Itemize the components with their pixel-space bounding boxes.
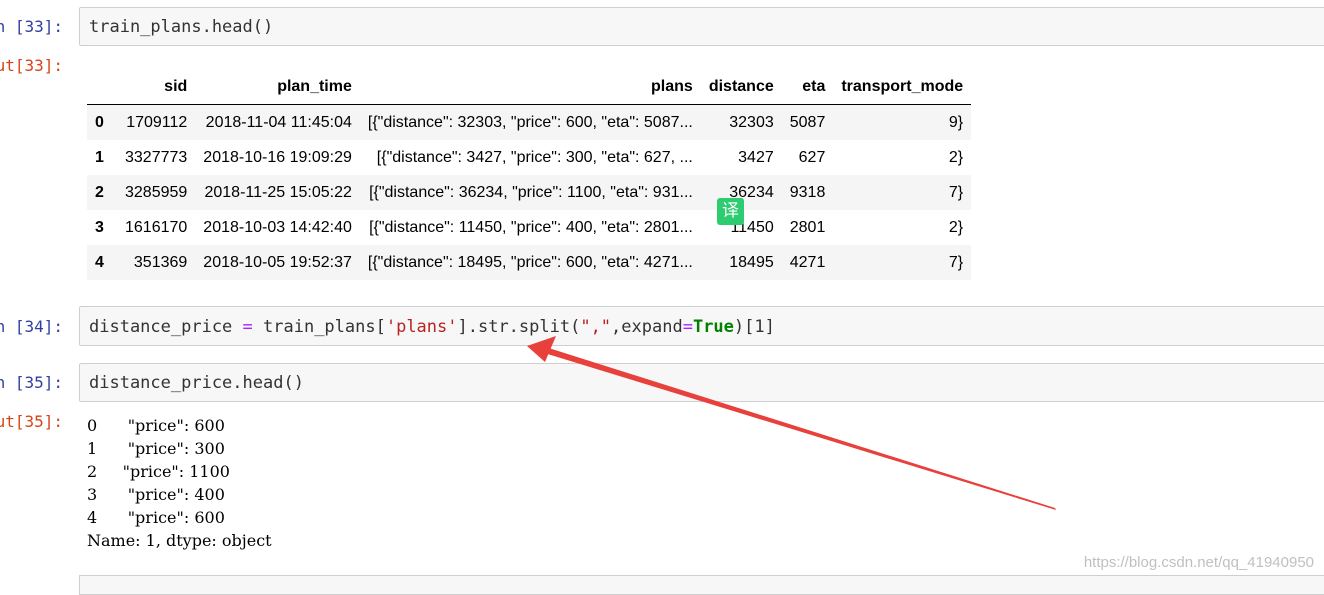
series-output: 0 "price": 600 1 "price": 300 2 "price":… — [87, 416, 272, 550]
cell-distance: 32303 — [700, 104, 782, 140]
code-operator: = — [682, 317, 693, 337]
cell-eta: 2801 — [781, 210, 834, 245]
code-token: )[1] — [733, 317, 775, 337]
column-header-plan-time: plan_time — [195, 70, 360, 105]
row-index: 1 — [87, 140, 117, 175]
code-line-34: distance_price = train_plans['plans'].st… — [89, 317, 775, 337]
cell-plans: [{"distance": 36234, "price": 1100, "eta… — [359, 175, 701, 210]
column-header-transport-mode: transport_mode — [833, 70, 972, 105]
cell-plan-time: 2018-10-05 19:52:37 — [195, 245, 360, 280]
cell-eta: 627 — [781, 140, 834, 175]
table-row: 4 351369 2018-10-05 19:52:37 [{"distance… — [87, 245, 972, 280]
in-prompt-34: In [34]: — [0, 317, 64, 336]
code-cell-35[interactable]: distance_price.head() — [79, 363, 1324, 402]
row-index: 0 — [87, 104, 117, 140]
cell-eta: 4271 — [781, 245, 834, 280]
cell-plan-time: 2018-10-03 14:42:40 — [195, 210, 360, 245]
column-header-plans: plans — [359, 70, 701, 105]
cell-eta: 9318 — [781, 175, 834, 210]
code-string: "," — [580, 317, 612, 337]
cell-transport-mode: 7} — [833, 245, 972, 280]
table-row: 2 3285959 2018-11-25 15:05:22 [{"distanc… — [87, 175, 972, 210]
cell-plan-time: 2018-11-04 11:45:04 — [195, 104, 360, 140]
cell-plans: [{"distance": 3427, "price": 300, "eta":… — [359, 140, 701, 175]
column-header-distance: distance — [700, 70, 782, 105]
next-code-cell[interactable] — [79, 575, 1324, 595]
cell-plan-time: 2018-10-16 19:09:29 — [195, 140, 360, 175]
cell-sid: 351369 — [117, 245, 196, 280]
code-string: 'plans' — [385, 317, 458, 337]
code-token: distance_price — [89, 317, 243, 337]
cell-transport-mode: 2} — [833, 140, 972, 175]
dataframe-table: sid plan_time plans distance eta transpo… — [87, 70, 972, 280]
cell-distance: 3427 — [700, 140, 782, 175]
cell-plans: [{"distance": 11450, "price": 400, "eta"… — [359, 210, 701, 245]
out-prompt-35: Out[35]: — [0, 412, 64, 431]
cell-plans: [{"distance": 32303, "price": 600, "eta"… — [359, 104, 701, 140]
cell-plans: [{"distance": 18495, "price": 600, "eta"… — [359, 245, 701, 280]
row-index: 2 — [87, 175, 117, 210]
table-row: 0 1709112 2018-11-04 11:45:04 [{"distanc… — [87, 104, 972, 140]
in-prompt-33: In [33]: — [0, 17, 64, 36]
column-header-sid: sid — [117, 70, 196, 105]
cell-sid: 3285959 — [117, 175, 196, 210]
table-header-row: sid plan_time plans distance eta transpo… — [87, 70, 972, 105]
code-line-35: distance_price.head() — [89, 373, 304, 393]
cell-plan-time: 2018-11-25 15:05:22 — [195, 175, 360, 210]
code-cell-33[interactable]: train_plans.head() — [79, 7, 1324, 46]
cell-transport-mode: 7} — [833, 175, 972, 210]
cell-transport-mode: 9} — [833, 104, 972, 140]
cell-sid: 1616170 — [117, 210, 196, 245]
column-header-eta: eta — [781, 70, 834, 105]
code-cell-34[interactable]: distance_price = train_plans['plans'].st… — [79, 306, 1324, 346]
watermark: https://blog.csdn.net/qq_41940950 — [1083, 554, 1314, 571]
cell-sid: 3327773 — [117, 140, 196, 175]
code-operator: = — [242, 317, 253, 337]
table-row: 3 1616170 2018-10-03 14:42:40 [{"distanc… — [87, 210, 972, 245]
out-prompt-33: Out[33]: — [0, 56, 64, 75]
table-row: 1 3327773 2018-10-16 19:09:29 [{"distanc… — [87, 140, 972, 175]
cell-distance: 18495 — [700, 245, 782, 280]
code-line-33: train_plans.head() — [89, 17, 274, 37]
column-header-index — [87, 70, 117, 105]
code-token: ,expand — [611, 317, 683, 337]
cell-transport-mode: 2} — [833, 210, 972, 245]
code-keyword: True — [692, 317, 734, 337]
code-token: ].str.split( — [457, 317, 581, 337]
row-index: 4 — [87, 245, 117, 280]
row-index: 3 — [87, 210, 117, 245]
cell-sid: 1709112 — [117, 104, 196, 140]
translate-badge-icon[interactable]: 译 — [717, 198, 744, 225]
in-prompt-35: In [35]: — [0, 373, 64, 392]
cell-eta: 5087 — [781, 104, 834, 140]
code-token: train_plans[ — [252, 317, 386, 337]
